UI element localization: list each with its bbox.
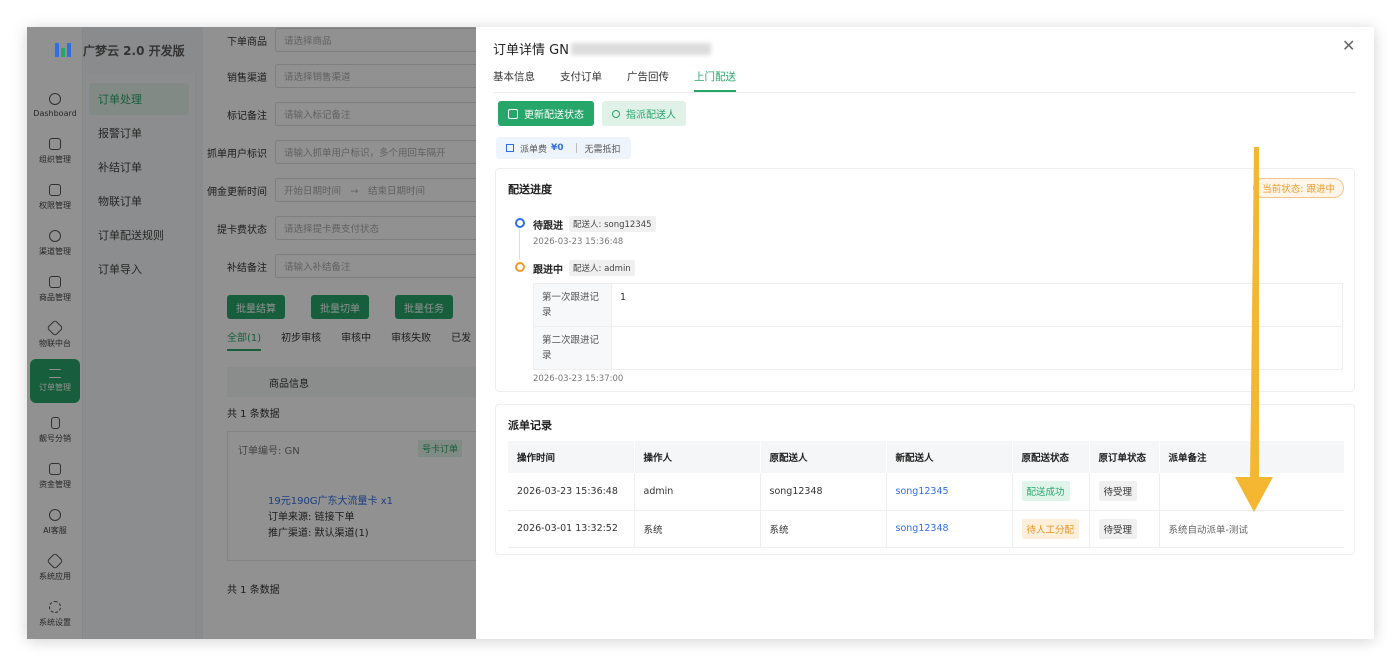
redacted-order-id — [570, 42, 711, 55]
table-row: 2026-03-23 15:36:48 admin song12348 song… — [508, 473, 1344, 511]
tab-ad-callback[interactable]: 广告回传 — [627, 69, 669, 92]
timeline-dot — [515, 262, 525, 272]
timeline-dot — [515, 218, 525, 228]
close-icon[interactable]: ✕ — [1342, 36, 1355, 55]
dispatch-fee-info: 派单费 ¥0 无需抵扣 — [496, 137, 631, 159]
tab-delivery[interactable]: 上门配送 — [694, 69, 736, 92]
dispatch-table: 操作时间 操作人 原配送人 新配送人 原配送状态 原订单状态 派单备注 2026… — [508, 441, 1344, 548]
courier-link[interactable]: song12345 — [896, 486, 949, 497]
app-window: Dashboard 组织管理 权限管理 渠道管理 商品管理 物联中台 订单管理 … — [27, 27, 1374, 639]
edit-icon — [508, 108, 518, 119]
follow-up-records: 第一次跟进记录 1 第二次跟进记录 — [533, 283, 1343, 370]
fee-icon — [506, 144, 514, 152]
status-badge: 待受理 — [1098, 518, 1138, 539]
tab-basic-info[interactable]: 基本信息 — [493, 69, 535, 92]
modal-overlay[interactable] — [27, 27, 476, 639]
table-row: 2026-03-01 13:32:52 系统 系统 song12348 待人工分… — [508, 510, 1344, 548]
timeline-time: 2026-03-23 15:36:48 — [533, 237, 624, 247]
order-detail-drawer: 订单详情 GN ✕ 基本信息 支付订单 广告回传 上门配送 更新配送状态 指派配… — [476, 27, 1374, 639]
timeline-time: 2026-03-23 15:37:00 — [533, 374, 624, 384]
delivery-progress-card: 配送进度 当前状态: 跟进中 待跟进 配送人: song12345 2026-0… — [495, 168, 1355, 392]
status-badge: 配送成功 — [1021, 481, 1070, 502]
courier-link[interactable]: song12348 — [896, 523, 949, 534]
current-status-badge: 当前状态: 跟进中 — [1253, 178, 1344, 198]
assign-courier-button[interactable]: 指派配送人 — [602, 101, 686, 126]
logo-icon — [55, 43, 71, 57]
status-badge: 待人工分配 — [1021, 518, 1080, 539]
tab-payment[interactable]: 支付订单 — [560, 69, 602, 92]
user-icon — [612, 109, 620, 118]
table-header-row: 操作时间 操作人 原配送人 新配送人 原配送状态 原订单状态 派单备注 — [508, 441, 1344, 473]
update-delivery-status-button[interactable]: 更新配送状态 — [498, 101, 594, 126]
table-row: 第二次跟进记录 — [533, 326, 1343, 370]
detail-tabs: 基本信息 支付订单 广告回传 上门配送 — [493, 69, 1356, 93]
brand: 广梦云 2.0 开发版 — [27, 27, 197, 73]
drawer-title: 订单详情 GN — [493, 39, 711, 58]
timeline-step: 跟进中 配送人: admin — [533, 260, 635, 276]
timeline-step: 待跟进 配送人: song12345 — [533, 216, 656, 232]
status-badge: 待受理 — [1098, 481, 1138, 502]
table-row: 第一次跟进记录 1 — [533, 283, 1343, 327]
dispatch-record-card: 派单记录 操作时间 操作人 原配送人 新配送人 原配送状态 原订单状态 派单备注 — [495, 404, 1355, 555]
